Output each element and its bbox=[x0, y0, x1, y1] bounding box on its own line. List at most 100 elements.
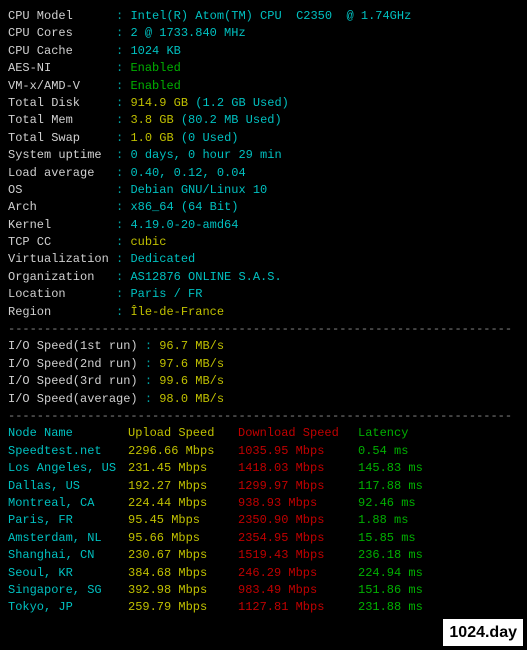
info-value-part: 914.9 GB bbox=[130, 96, 195, 110]
header-download: Download Speed bbox=[238, 425, 358, 442]
header-latency: Latency bbox=[358, 425, 408, 442]
colon: : bbox=[116, 287, 130, 301]
upload-speed: 224.44 Mbps bbox=[128, 495, 238, 512]
node-name: Montreal, CA bbox=[8, 495, 128, 512]
speedtest-row: Tokyo, JP259.79 Mbps1127.81 Mbps231.88 m… bbox=[8, 599, 519, 616]
latency: 224.94 ms bbox=[358, 565, 423, 582]
info-key: AES-NI bbox=[8, 60, 116, 77]
speedtest-row: Montreal, CA224.44 Mbps938.93 Mbps92.46 … bbox=[8, 495, 519, 512]
info-key: CPU Cache bbox=[8, 43, 116, 60]
colon: : bbox=[145, 392, 159, 406]
node-name: Speedtest.net bbox=[8, 443, 128, 460]
speedtest-row: Amsterdam, NL95.66 Mbps2354.95 Mbps15.85… bbox=[8, 530, 519, 547]
colon: : bbox=[145, 374, 159, 388]
info-row: Virtualization : Dedicated bbox=[8, 251, 519, 268]
info-value: AS12876 ONLINE S.A.S. bbox=[130, 270, 281, 284]
upload-speed: 392.98 Mbps bbox=[128, 582, 238, 599]
info-key: Arch bbox=[8, 199, 116, 216]
info-key: Virtualization bbox=[8, 251, 116, 268]
colon: : bbox=[116, 44, 130, 58]
io-row: I/O Speed(2nd run) : 97.6 MB/s bbox=[8, 356, 519, 373]
io-value: 99.6 MB/s bbox=[159, 374, 224, 388]
info-row: AES-NI : Enabled bbox=[8, 60, 519, 77]
upload-speed: 230.67 Mbps bbox=[128, 547, 238, 564]
speedtest-row: Shanghai, CN230.67 Mbps1519.43 Mbps236.1… bbox=[8, 547, 519, 564]
upload-speed: 259.79 Mbps bbox=[128, 599, 238, 616]
info-key: TCP CC bbox=[8, 234, 116, 251]
colon: : bbox=[116, 200, 130, 214]
latency: 1.88 ms bbox=[358, 512, 408, 529]
info-key: Total Mem bbox=[8, 112, 116, 129]
info-row: Kernel : 4.19.0-20-amd64 bbox=[8, 217, 519, 234]
info-value: Enabled bbox=[130, 61, 180, 75]
node-name: Dallas, US bbox=[8, 478, 128, 495]
io-value: 98.0 MB/s bbox=[159, 392, 224, 406]
info-value: Paris / FR bbox=[130, 287, 202, 301]
download-speed: 2354.95 Mbps bbox=[238, 530, 358, 547]
info-row: CPU Cache : 1024 KB bbox=[8, 43, 519, 60]
info-key: Total Swap bbox=[8, 130, 116, 147]
info-value: Île-de-France bbox=[130, 305, 224, 319]
info-row: Location : Paris / FR bbox=[8, 286, 519, 303]
info-value: Intel(R) Atom(TM) CPU C2350 @ 1.74GHz bbox=[130, 9, 411, 23]
node-name: Singapore, SG bbox=[8, 582, 128, 599]
io-value: 96.7 MB/s bbox=[159, 339, 224, 353]
info-value-part: (80.2 MB Used) bbox=[181, 113, 282, 127]
latency: 15.85 ms bbox=[358, 530, 416, 547]
info-value: 1024 KB bbox=[130, 44, 180, 58]
colon: : bbox=[116, 26, 130, 40]
separator: ----------------------------------------… bbox=[8, 321, 519, 338]
info-value: Debian GNU/Linux 10 bbox=[130, 183, 267, 197]
info-value-part: 3.8 GB bbox=[130, 113, 180, 127]
info-row: Load average : 0.40, 0.12, 0.04 bbox=[8, 165, 519, 182]
info-row: Region : Île-de-France bbox=[8, 304, 519, 321]
io-row: I/O Speed(average) : 98.0 MB/s bbox=[8, 391, 519, 408]
io-key: I/O Speed(1st run) bbox=[8, 338, 145, 355]
download-speed: 1127.81 Mbps bbox=[238, 599, 358, 616]
upload-speed: 2296.66 Mbps bbox=[128, 443, 238, 460]
colon: : bbox=[116, 218, 130, 232]
latency: 117.88 ms bbox=[358, 478, 423, 495]
colon: : bbox=[145, 339, 159, 353]
upload-speed: 231.45 Mbps bbox=[128, 460, 238, 477]
colon: : bbox=[116, 61, 130, 75]
info-key: Load average bbox=[8, 165, 116, 182]
header-node: Node Name bbox=[8, 425, 128, 442]
io-key: I/O Speed(3rd run) bbox=[8, 373, 145, 390]
info-key: CPU Model bbox=[8, 8, 116, 25]
info-value-part: @ 1733.840 MHz bbox=[138, 26, 246, 40]
info-row: TCP CC : cubic bbox=[8, 234, 519, 251]
colon: : bbox=[116, 113, 130, 127]
info-row: CPU Model : Intel(R) Atom(TM) CPU C2350 … bbox=[8, 8, 519, 25]
colon: : bbox=[116, 96, 130, 110]
info-key: Location bbox=[8, 286, 116, 303]
colon: : bbox=[116, 270, 130, 284]
speedtest-row: Singapore, SG392.98 Mbps983.49 Mbps151.8… bbox=[8, 582, 519, 599]
node-name: Amsterdam, NL bbox=[8, 530, 128, 547]
info-row: VM-x/AMD-V : Enabled bbox=[8, 78, 519, 95]
info-row: Total Swap : 1.0 GB (0 Used) bbox=[8, 130, 519, 147]
info-key: OS bbox=[8, 182, 116, 199]
download-speed: 2350.90 Mbps bbox=[238, 512, 358, 529]
info-row: Total Disk : 914.9 GB (1.2 GB Used) bbox=[8, 95, 519, 112]
colon: : bbox=[116, 305, 130, 319]
speedtest-row: Los Angeles, US231.45 Mbps1418.03 Mbps14… bbox=[8, 460, 519, 477]
latency: 92.46 ms bbox=[358, 495, 416, 512]
colon: : bbox=[116, 148, 130, 162]
info-key: Organization bbox=[8, 269, 116, 286]
io-row: I/O Speed(1st run) : 96.7 MB/s bbox=[8, 338, 519, 355]
download-speed: 938.93 Mbps bbox=[238, 495, 358, 512]
latency: 236.18 ms bbox=[358, 547, 423, 564]
speedtest-block: Speedtest.net2296.66 Mbps1035.95 Mbps0.5… bbox=[8, 443, 519, 617]
info-value-part: (0 Used) bbox=[181, 131, 239, 145]
node-name: Tokyo, JP bbox=[8, 599, 128, 616]
separator: ----------------------------------------… bbox=[8, 408, 519, 425]
upload-speed: 95.45 Mbps bbox=[128, 512, 238, 529]
download-speed: 983.49 Mbps bbox=[238, 582, 358, 599]
info-value: 4.19.0-20-amd64 bbox=[130, 218, 238, 232]
colon: : bbox=[116, 235, 130, 249]
colon: : bbox=[116, 9, 130, 23]
info-key: Kernel bbox=[8, 217, 116, 234]
info-value: x86_64 (64 Bit) bbox=[130, 200, 238, 214]
speedtest-row: Speedtest.net2296.66 Mbps1035.95 Mbps0.5… bbox=[8, 443, 519, 460]
